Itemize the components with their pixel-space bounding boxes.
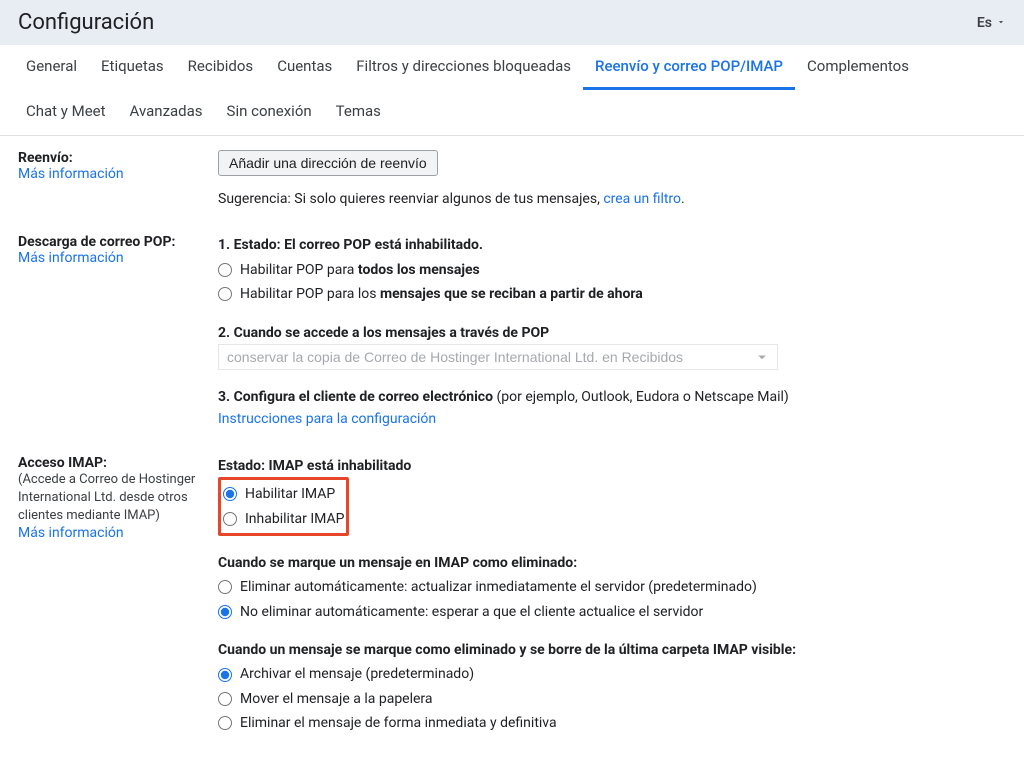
pop-section: Descarga de correo POP: Más información … [18, 234, 1006, 430]
suggestion-prefix: Sugerencia: Si solo quieres reenviar alg… [218, 191, 603, 207]
imap-deleted-noauto-label: No eliminar automáticamente: esperar a q… [240, 601, 703, 623]
pop-step2-title: 2. Cuando se accede a los mensajes a tra… [218, 322, 1006, 344]
imap-deleted-title: Cuando se marque un mensaje en IMAP como… [218, 552, 1006, 574]
pop-label: Descarga de correo POP: Más información [18, 234, 218, 266]
pop-title: Descarga de correo POP: [18, 234, 218, 250]
pop-more-info-link[interactable]: Más información [18, 250, 218, 266]
imap-status-value: IMAP está inhabilitado [269, 458, 412, 474]
pop-action-select[interactable]: conservar la copia de Correo de Hostinge… [218, 344, 778, 370]
forwarding-suggestion: Sugerencia: Si solo quieres reenviar alg… [218, 188, 1006, 210]
imap-last-radio-archive[interactable] [218, 668, 232, 682]
imap-last-trash-label: Mover el mensaje a la papelera [240, 688, 433, 710]
tab-general[interactable]: General [14, 45, 89, 90]
tab-forwarding-pop-imap[interactable]: Reenvío y correo POP/IMAP [583, 45, 795, 90]
tab-addons[interactable]: Complementos [795, 45, 921, 90]
imap-enable-option[interactable]: Habilitar IMAP [223, 483, 344, 505]
tab-accounts[interactable]: Cuentas [265, 45, 344, 90]
imap-deleted-auto[interactable]: Eliminar automáticamente: actualizar inm… [218, 576, 1006, 598]
imap-deleted-block: Cuando se marque un mensaje en IMAP como… [218, 552, 1006, 623]
pop-step3-line: 3. Configura el cliente de correo electr… [218, 386, 1006, 408]
pop-step2: 2. Cuando se accede a los mensajes a tra… [218, 322, 1006, 370]
imap-last-trash[interactable]: Mover el mensaje a la papelera [218, 688, 1006, 710]
tab-themes[interactable]: Temas [324, 90, 393, 135]
imap-status: Estado: IMAP está inhabilitado [218, 455, 1006, 477]
imap-deleted-noauto[interactable]: No eliminar automáticamente: esperar a q… [218, 601, 1006, 623]
imap-deleted-radio-noauto[interactable] [218, 605, 232, 619]
imap-section: Acceso IMAP: (Accede a Correo de Hosting… [18, 455, 1006, 737]
pop-step3-prefix: 3. Configura el cliente de correo electr… [218, 389, 496, 405]
imap-last-radio-trash[interactable] [218, 692, 232, 706]
add-forwarding-address-button[interactable]: Añadir una dirección de reenvío [218, 150, 438, 176]
pop-option-all[interactable]: Habilitar POP para todos los mensajes [218, 259, 1006, 281]
imap-radio-disable[interactable] [223, 512, 237, 526]
forwarding-title: Reenvío: [18, 150, 218, 166]
tab-inbox[interactable]: Recibidos [176, 45, 266, 90]
tab-chat-meet[interactable]: Chat y Meet [14, 90, 118, 135]
page-header: Configuración Es [0, 0, 1024, 45]
imap-radio-enable[interactable] [223, 487, 237, 501]
suggestion-suffix: . [681, 191, 685, 207]
page-title: Configuración [18, 10, 154, 35]
pop-step3: 3. Configura el cliente de correo electr… [218, 386, 1006, 431]
pop-config-instructions-link[interactable]: Instrucciones para la configuración [218, 408, 1006, 430]
imap-status-prefix: Estado: [218, 458, 269, 474]
forwarding-more-info-link[interactable]: Más información [18, 166, 218, 182]
pop-radio-now-on[interactable] [218, 287, 232, 301]
pop-step3-paren: (por ejemplo, Outlook, Eudora o Netscape… [496, 389, 788, 405]
forwarding-body: Añadir una dirección de reenvío Sugerenc… [218, 150, 1006, 210]
language-selector[interactable]: Es [977, 15, 1006, 31]
imap-enable-label: Habilitar IMAP [245, 483, 335, 505]
imap-disable-label: Inhabilitar IMAP [245, 508, 344, 530]
imap-title: Acceso IMAP: [18, 455, 218, 471]
imap-deleted-radio-auto[interactable] [218, 580, 232, 594]
pop-status-prefix: 1. Estado: [218, 237, 284, 253]
pop-status-value: El correo POP está inhabilitado. [284, 237, 483, 253]
imap-last-archive-label: Archivar el mensaje (predeterminado) [240, 663, 474, 685]
settings-content: Reenvío: Más información Añadir una dire… [0, 136, 1024, 775]
pop-option-now-on[interactable]: Habilitar POP para los mensajes que se r… [218, 283, 1006, 305]
pop-status: 1. Estado: El correo POP está inhabilita… [218, 234, 1006, 256]
imap-last-radio-delete[interactable] [218, 716, 232, 730]
create-filter-link[interactable]: crea un filtro [603, 191, 681, 207]
imap-last-delete[interactable]: Eliminar el mensaje de forma inmediata y… [218, 712, 1006, 734]
tab-labels[interactable]: Etiquetas [89, 45, 176, 90]
pop-radio-all[interactable] [218, 263, 232, 277]
tab-advanced[interactable]: Avanzadas [118, 90, 215, 135]
imap-deleted-auto-label: Eliminar automáticamente: actualizar inm… [240, 576, 757, 598]
pop-opt2-label: Habilitar POP para los mensajes que se r… [240, 283, 643, 305]
imap-body: Estado: IMAP está inhabilitado Habilitar… [218, 455, 1006, 737]
forwarding-section: Reenvío: Más información Añadir una dire… [18, 150, 1006, 210]
language-label: Es [977, 15, 992, 31]
pop-body: 1. Estado: El correo POP está inhabilita… [218, 234, 1006, 430]
tab-filters[interactable]: Filtros y direcciones bloqueadas [344, 45, 583, 90]
forwarding-label: Reenvío: Más información [18, 150, 218, 182]
imap-more-info-link[interactable]: Más información [18, 525, 218, 541]
imap-lastfolder-block: Cuando un mensaje se marque como elimina… [218, 639, 1006, 735]
imap-sub: (Accede a Correo de Hostinger Internatio… [18, 471, 218, 526]
pop-opt1-label: Habilitar POP para todos los mensajes [240, 259, 480, 281]
imap-last-archive[interactable]: Archivar el mensaje (predeterminado) [218, 663, 1006, 685]
imap-disable-option[interactable]: Inhabilitar IMAP [223, 508, 344, 530]
tab-offline[interactable]: Sin conexión [215, 90, 324, 135]
chevron-down-icon [996, 15, 1006, 31]
imap-lastfolder-title: Cuando un mensaje se marque como elimina… [218, 639, 1006, 661]
imap-last-delete-label: Eliminar el mensaje de forma inmediata y… [240, 712, 557, 734]
tabs-nav: General Etiquetas Recibidos Cuentas Filt… [0, 45, 1024, 136]
imap-label: Acceso IMAP: (Accede a Correo de Hosting… [18, 455, 218, 542]
imap-enable-highlight: Habilitar IMAP Inhabilitar IMAP [218, 477, 349, 536]
